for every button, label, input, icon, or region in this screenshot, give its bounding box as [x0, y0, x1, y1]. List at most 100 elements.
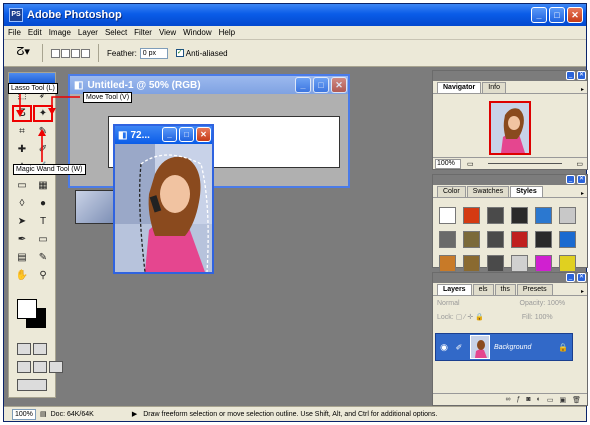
style-swatch[interactable] [535, 231, 552, 248]
style-swatch[interactable] [511, 207, 528, 224]
menu-filter[interactable]: Filter [134, 28, 152, 37]
menu-select[interactable]: Select [105, 28, 127, 37]
zoom-slider[interactable] [487, 163, 563, 164]
anti-alias-checkbox[interactable]: ✓ [175, 49, 184, 57]
jump-to-imageready-icon[interactable] [17, 379, 47, 391]
panel-minimize-button[interactable]: _ [566, 71, 575, 80]
style-swatch[interactable] [559, 231, 576, 248]
panel-close-button[interactable]: ✕ [577, 273, 586, 282]
intersect-selection-icon[interactable] [81, 48, 90, 58]
tab-swatches[interactable]: Swatches [466, 186, 510, 197]
layer-mask-icon[interactable]: ◙ [526, 396, 530, 403]
path-select-icon[interactable]: ➤ [12, 213, 32, 230]
zoom-tool-icon[interactable]: ⚲ [33, 267, 53, 284]
panel-menu-icon[interactable]: ▸ [581, 288, 584, 295]
tab-layers[interactable]: Layers [437, 284, 472, 295]
menu-layer[interactable]: Layer [78, 28, 98, 37]
gradient-tool-icon[interactable]: ▦ [33, 177, 53, 194]
menu-window[interactable]: Window [183, 28, 211, 37]
tab-info[interactable]: Info [482, 82, 506, 93]
foreground-color-swatch[interactable] [17, 299, 37, 319]
zoom-out-icon[interactable]: ▭ [467, 160, 474, 168]
tab-navigator[interactable]: Navigator [437, 82, 482, 93]
menu-image[interactable]: Image [49, 28, 71, 37]
shape-tool-icon[interactable]: ▭ [33, 231, 53, 248]
style-swatch[interactable] [511, 231, 528, 248]
standard-mode-icon[interactable] [17, 343, 31, 355]
subtract-selection-icon[interactable] [71, 48, 80, 58]
layers-panel-grip[interactable]: _ ✕ [433, 273, 587, 283]
style-swatch[interactable] [535, 207, 552, 224]
style-swatch[interactable] [559, 207, 576, 224]
full-screen-icon[interactable] [49, 361, 63, 373]
slice-tool-icon[interactable]: ✎ [33, 123, 53, 140]
doc-maximize-button[interactable]: □ [313, 77, 329, 93]
new-group-icon[interactable]: ▭ [547, 396, 554, 404]
panel-minimize-button[interactable]: _ [566, 273, 575, 282]
tab-color[interactable]: Color [437, 186, 466, 197]
eraser-tool-icon[interactable]: ▭ [12, 177, 32, 194]
style-swatch[interactable] [463, 255, 480, 272]
panel-close-button[interactable]: ✕ [577, 175, 586, 184]
style-swatch[interactable] [439, 255, 456, 272]
status-menu-icon[interactable]: ▶ [132, 410, 137, 418]
delete-layer-icon[interactable]: 🗑 [572, 396, 581, 404]
panel-minimize-button[interactable]: _ [566, 175, 575, 184]
girl-photo[interactable] [115, 144, 212, 272]
new-layer-icon[interactable]: ▣ [559, 396, 566, 404]
title-bar[interactable]: PS Adobe Photoshop _ □ ✕ [4, 4, 586, 26]
menu-edit[interactable]: Edit [28, 28, 42, 37]
dodge-tool-icon[interactable]: ● [33, 195, 53, 212]
style-swatch[interactable] [559, 255, 576, 272]
doc-close-button[interactable]: ✕ [331, 77, 347, 93]
hand-tool-icon[interactable]: ✋ [12, 267, 32, 284]
img-close-button[interactable]: ✕ [196, 127, 211, 142]
notes-tool-icon[interactable]: ▤ [12, 249, 32, 266]
doc-minimize-button[interactable]: _ [295, 77, 311, 93]
add-to-selection-icon[interactable] [61, 48, 70, 58]
full-screen-menu-icon[interactable] [33, 361, 47, 373]
toolbox-grip[interactable] [9, 73, 55, 83]
panel-close-button[interactable]: ✕ [577, 71, 586, 80]
doc-info-icon[interactable]: ▤ [40, 410, 47, 418]
style-swatch[interactable] [487, 255, 504, 272]
navigator-zoom-field[interactable]: 100% [435, 158, 461, 169]
minimize-button[interactable]: _ [531, 7, 547, 23]
image-window[interactable]: ◧ 72... _ □ ✕ [113, 124, 214, 274]
style-swatch[interactable] [439, 207, 456, 224]
standard-screen-icon[interactable] [17, 361, 31, 373]
menu-help[interactable]: Help [219, 28, 235, 37]
blur-tool-icon[interactable]: ◊ [12, 195, 32, 212]
quick-mask-icon[interactable] [33, 343, 47, 355]
style-swatch[interactable] [487, 207, 504, 224]
tab-paths[interactable]: ths [494, 284, 516, 295]
magic-wand-tool-icon[interactable]: ✦ [33, 105, 53, 122]
opacity-value[interactable]: 100% [547, 300, 565, 307]
brush-icon[interactable]: ✐ [452, 343, 466, 352]
type-tool-icon[interactable]: T [33, 213, 53, 230]
new-selection-icon[interactable] [51, 48, 60, 58]
healing-brush-icon[interactable]: ✚ [12, 141, 32, 158]
style-swatch[interactable] [463, 231, 480, 248]
img-minimize-button[interactable]: _ [162, 127, 177, 142]
eye-icon[interactable]: ◉ [436, 342, 452, 353]
status-zoom-field[interactable]: 100% [12, 408, 36, 420]
style-swatch[interactable] [511, 255, 528, 272]
fill-value[interactable]: 100% [535, 314, 553, 321]
tab-styles[interactable]: Styles [510, 186, 543, 197]
adjustment-layer-icon[interactable]: ◐ [537, 396, 541, 403]
close-button[interactable]: ✕ [567, 7, 583, 23]
eyedropper-tool-icon[interactable]: ✎ [33, 249, 53, 266]
crop-tool-icon[interactable]: ⌗ [12, 123, 32, 140]
layer-style-icon[interactable]: ƒ [516, 396, 520, 403]
menu-file[interactable]: File [8, 28, 21, 37]
pen-tool-icon[interactable]: ✒ [12, 231, 32, 248]
panel-menu-icon[interactable]: ▸ [581, 86, 584, 93]
brush-tool-icon[interactable]: ✐ [33, 141, 53, 158]
navigator-panel-grip[interactable]: _ ✕ [433, 71, 587, 81]
maximize-button[interactable]: □ [549, 7, 565, 23]
blend-mode-select[interactable]: Normal [437, 300, 460, 307]
link-layers-icon[interactable]: ∞ [505, 396, 510, 403]
style-swatch[interactable] [463, 207, 480, 224]
zoom-in-icon[interactable]: ▭ [576, 160, 583, 168]
